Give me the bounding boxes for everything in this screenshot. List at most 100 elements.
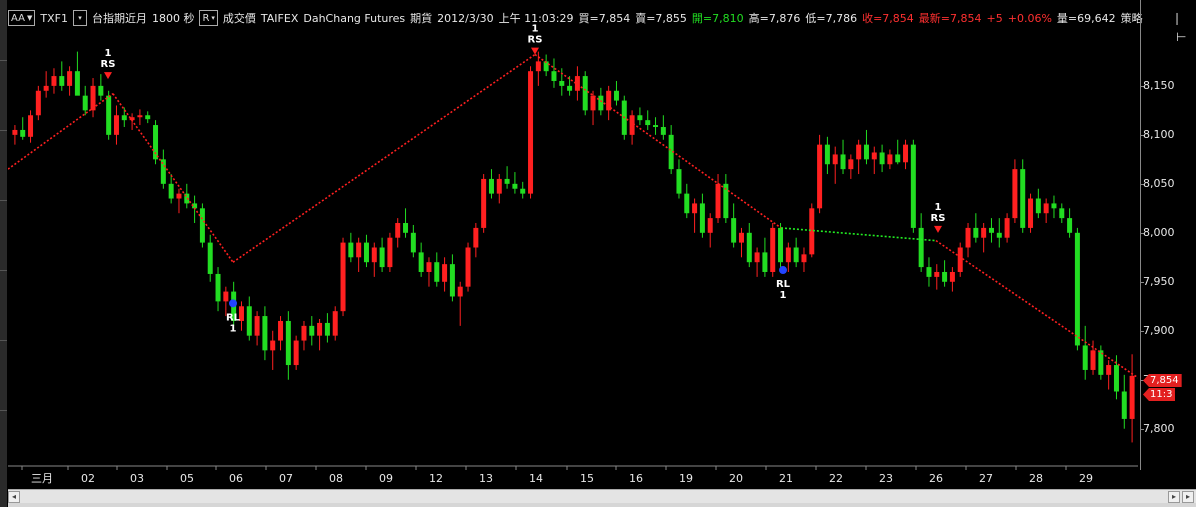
candle-body [653, 125, 659, 128]
candle-body [363, 242, 369, 263]
candle-body [832, 154, 838, 165]
candle-body [1067, 218, 1073, 233]
sell-pivot-marker [934, 225, 942, 233]
candle-body [676, 169, 682, 194]
candle-body [903, 144, 909, 163]
left-toolbar-strip[interactable] [0, 0, 7, 507]
candle-body [957, 247, 963, 272]
candle-body [871, 152, 877, 160]
candle-body [332, 311, 338, 336]
candle-body [348, 242, 354, 258]
candle-body [949, 271, 955, 282]
candle-body [82, 95, 88, 111]
candle-body [246, 306, 252, 336]
x-tick-label: 13 [479, 472, 493, 485]
candle-body [176, 193, 182, 199]
candle-body [645, 120, 651, 126]
candle-body [356, 242, 362, 258]
horizontal-scrollbar[interactable]: ◂ ▸ ▸ [8, 489, 1196, 504]
x-tick-label: 16 [629, 472, 643, 485]
candle-body [637, 115, 643, 121]
buy-pivot-marker [229, 299, 237, 308]
x-tick-label: 29 [1079, 472, 1093, 485]
candle-body [317, 322, 323, 336]
last-time-tag: 11:3 [1143, 388, 1176, 401]
candle-body [442, 264, 448, 282]
candle-body [684, 193, 690, 214]
candle-body [293, 340, 299, 366]
candle-body [1059, 208, 1065, 219]
x-tick-label: 15 [580, 472, 594, 485]
x-tick-label: 23 [879, 472, 893, 485]
buy-pivot-marker [779, 266, 787, 275]
x-tick-label: 12 [429, 472, 443, 485]
scroll-end-icon[interactable]: ▸ [1182, 491, 1194, 503]
x-tick-label: 05 [180, 472, 194, 485]
candle-body [840, 154, 846, 170]
candle-body [67, 71, 73, 86]
x-tick-label: 26 [929, 472, 943, 485]
y-tick-label: 7,950 [1143, 274, 1175, 288]
y-tick-label: 8,100 [1143, 127, 1175, 141]
candle-body [856, 144, 862, 160]
candle-body [762, 252, 768, 272]
pivot-type-label: RL [226, 312, 241, 323]
pivot-count-label: 1 [230, 323, 237, 334]
candle-body [660, 127, 666, 135]
candle-body [520, 188, 526, 194]
candle-body [1012, 169, 1018, 219]
candle-body [567, 85, 573, 91]
candle-body [43, 85, 49, 91]
candle-body [403, 223, 409, 233]
candle-body [1020, 169, 1026, 228]
candle-body [1074, 232, 1080, 346]
candle-body [488, 178, 494, 194]
candle-body [1028, 198, 1034, 228]
candle-body [590, 95, 596, 111]
candle-body [1035, 198, 1041, 214]
candle-body [793, 247, 799, 263]
candle-body [199, 208, 205, 243]
sell-pivot-marker [104, 72, 112, 80]
candle-body [879, 152, 885, 165]
candle-body [473, 227, 479, 248]
candle-body [1129, 375, 1135, 419]
candle-body [270, 340, 276, 351]
candle-body [387, 237, 393, 268]
candle-body [582, 76, 588, 111]
candlestick-chart[interactable]: 三月 02 03 05 06 07 08 09 12 13 14 15 16 19 20 21 22 23 26 27… [8, 0, 1138, 490]
zigzag-segment [232, 53, 536, 263]
zigzag-segment [112, 93, 234, 263]
zigzag-segment [780, 227, 937, 242]
candle-body [262, 316, 268, 351]
candle-body [754, 252, 760, 263]
x-tick-label: 22 [829, 472, 843, 485]
candle-body [74, 71, 80, 96]
last-price-tag: 7,854 [1143, 374, 1182, 387]
candle-body [113, 115, 119, 135]
candle-body [12, 129, 18, 135]
x-tick-label: 三月 [31, 472, 53, 485]
candle-body [379, 247, 385, 268]
y-tick-label: 8,050 [1143, 176, 1175, 190]
candle-body [1113, 365, 1119, 392]
y-tick-label: 8,000 [1143, 225, 1175, 239]
sheet-tabs[interactable] [8, 503, 1196, 507]
candle-body [137, 115, 143, 118]
candle-body [926, 267, 932, 277]
pivot-count-label: 1 [780, 290, 787, 301]
candle-body [309, 325, 315, 336]
scroll-right-icon[interactable]: ▸ [1168, 491, 1180, 503]
candle-body [738, 232, 744, 243]
x-tick-label: 27 [979, 472, 993, 485]
candle-body [692, 203, 698, 214]
chart-window: AA ▼ TXF1 ▾ 台指期近月 1800 秒 R ▾ 成交價 TAIFEX Da… [0, 0, 1196, 507]
candle-body [434, 262, 440, 282]
x-tick-label: 09 [379, 472, 393, 485]
scroll-left-icon[interactable]: ◂ [8, 491, 20, 503]
candle-body [1051, 203, 1057, 209]
candle-body [59, 76, 65, 86]
y-tick-label: 7,900 [1143, 323, 1175, 337]
candle-body [395, 223, 401, 238]
candle-body [90, 85, 96, 111]
